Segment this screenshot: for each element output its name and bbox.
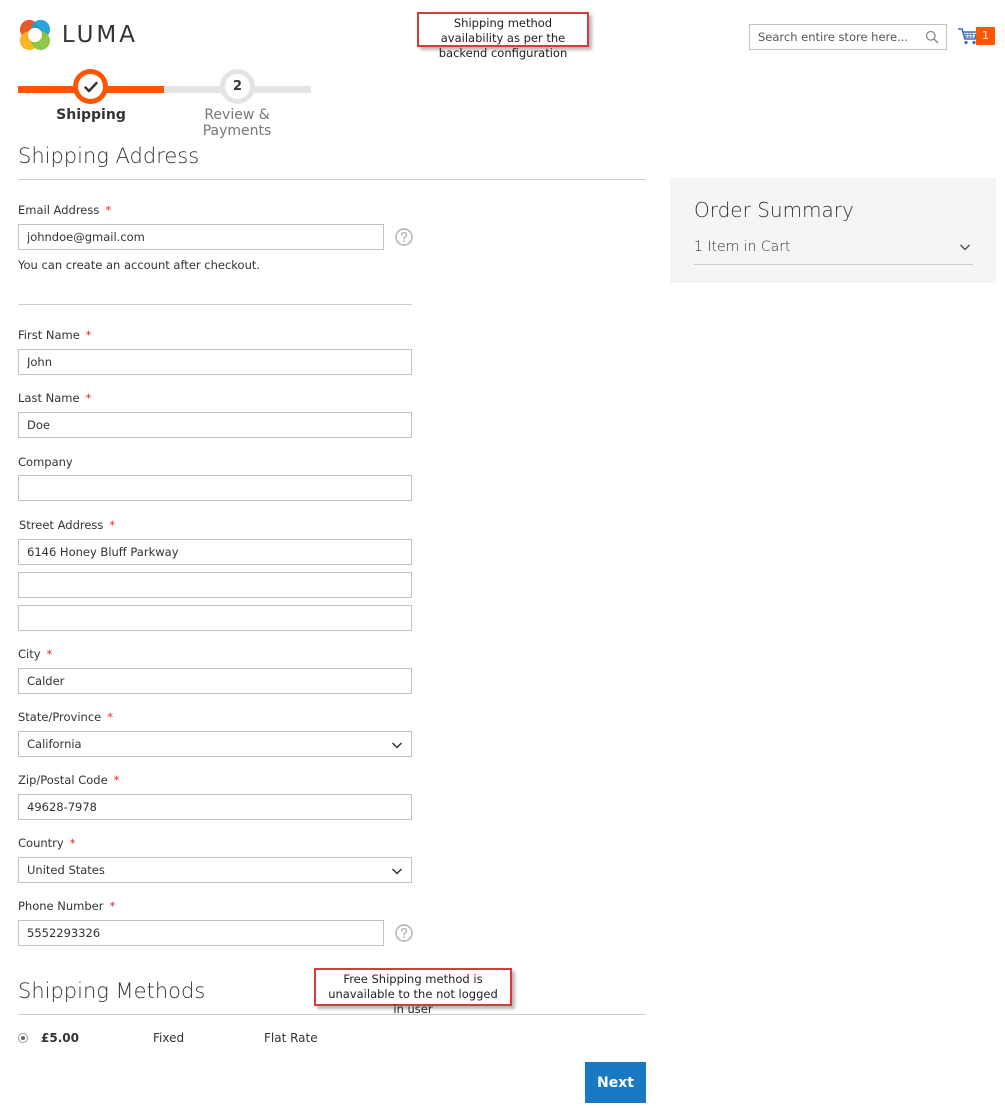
items-in-cart-toggle[interactable]: 1 Item in Cart	[694, 239, 791, 255]
country-select-value: United States	[27, 863, 105, 877]
phone-field[interactable]	[18, 920, 384, 946]
shipping-address-rule	[18, 179, 646, 180]
next-button[interactable]: Next	[585, 1062, 646, 1103]
company-field[interactable]	[18, 475, 412, 501]
email-divider	[18, 304, 412, 305]
shipping-methods-rule	[18, 1014, 646, 1015]
search-box[interactable]	[749, 24, 947, 50]
shipping-method-price: £5.00	[41, 1031, 79, 1045]
first-name-label: First Name *	[18, 328, 92, 342]
email-help-icon[interactable]	[395, 228, 413, 246]
cart-count-badge: 1	[976, 27, 995, 45]
email-label: Email Address *	[18, 203, 112, 217]
step-review-label[interactable]: Review & Payments	[170, 107, 304, 139]
shipping-method-name: Fixed	[153, 1031, 185, 1045]
street-line2-field[interactable]	[18, 572, 412, 598]
order-summary-panel	[670, 178, 996, 283]
luma-logo[interactable]: LUMA	[18, 16, 138, 54]
search-input[interactable]	[750, 25, 946, 49]
shipping-address-title: Shipping Address	[18, 144, 200, 168]
country-label: Country *	[18, 836, 76, 850]
email-note: You can create an account after checkout…	[18, 258, 261, 272]
brand-name: LUMA	[61, 22, 138, 48]
step-shipping-inner	[78, 74, 103, 99]
city-field[interactable]	[18, 668, 412, 694]
luma-logo-icon	[19, 19, 51, 51]
chevron-down-icon[interactable]	[959, 242, 971, 252]
checkmark-icon	[83, 81, 98, 92]
zip-label: Zip/Postal Code *	[18, 773, 120, 787]
flat-rate-radio-dot	[21, 1036, 25, 1040]
first-name-field[interactable]	[18, 349, 412, 375]
street-address-label: Street Address *	[19, 518, 116, 532]
search-icon[interactable]	[925, 30, 939, 44]
state-select-value: California	[27, 737, 82, 751]
step-review-number: 2	[225, 74, 250, 99]
phone-help-icon[interactable]	[395, 924, 413, 942]
email-field[interactable]	[18, 224, 384, 250]
order-summary-rule	[694, 264, 973, 265]
chevron-down-icon	[391, 742, 403, 749]
country-select[interactable]: United States	[18, 857, 412, 883]
shipping-methods-title: Shipping Methods	[18, 979, 206, 1003]
street-line3-field[interactable]	[18, 605, 412, 631]
city-label: City *	[18, 647, 53, 661]
company-label: Company	[18, 455, 73, 469]
last-name-label: Last Name *	[18, 391, 92, 405]
order-summary-title: Order Summary	[694, 198, 854, 222]
state-label: State/Province *	[18, 710, 113, 724]
minicart[interactable]: 1	[957, 24, 997, 46]
zip-field[interactable]	[18, 794, 412, 820]
shipping-carrier-name: Flat Rate	[264, 1031, 318, 1045]
street-line1-field[interactable]	[18, 539, 412, 565]
free-shipping-callout: Free Shipping method is unavailable to t…	[314, 968, 512, 1016]
step-shipping-label[interactable]: Shipping	[54, 107, 128, 123]
state-select[interactable]: California	[18, 731, 412, 757]
chevron-down-icon	[391, 868, 403, 875]
last-name-field[interactable]	[18, 412, 412, 438]
backend-config-callout: Shipping method availability as per the …	[417, 12, 589, 60]
phone-label: Phone Number *	[18, 899, 116, 913]
